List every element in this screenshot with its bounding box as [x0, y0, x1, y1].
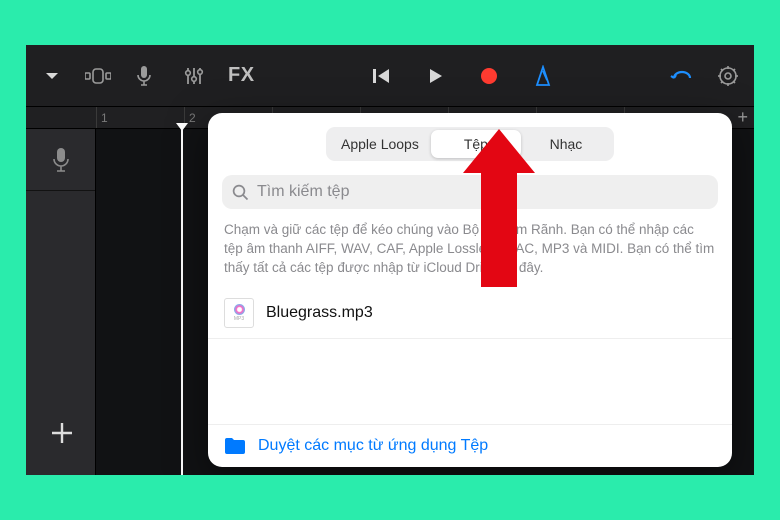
- app-frame: FX 1 2: [26, 45, 754, 475]
- browse-files-row[interactable]: Duyệt các mục từ ứng dụng Tệp: [208, 424, 732, 467]
- loop-browser-popover: Apple Loops Tệp Nhạc Chạm và giữ các tệp…: [208, 113, 732, 467]
- search-field[interactable]: [222, 175, 718, 209]
- tab-music[interactable]: Nhạc: [521, 130, 611, 158]
- mic-icon[interactable]: [126, 58, 162, 94]
- source-segmented-control: Apple Loops Tệp Nhạc: [326, 127, 614, 161]
- record-button[interactable]: [471, 58, 507, 94]
- loop-browser-button[interactable]: [664, 58, 700, 94]
- ruler-mark: 1: [96, 107, 184, 128]
- file-row[interactable]: MP3 Bluegrass.mp3: [208, 288, 732, 339]
- metronome-icon[interactable]: [525, 58, 561, 94]
- browse-files-label: Duyệt các mục từ ứng dụng Tệp: [258, 437, 488, 455]
- audio-file-icon: MP3: [224, 298, 254, 328]
- disclosure-button[interactable]: [34, 58, 70, 94]
- add-track-button[interactable]: [42, 413, 82, 453]
- fx-button[interactable]: FX: [222, 64, 261, 87]
- search-icon: [232, 184, 249, 201]
- add-marker-icon[interactable]: +: [737, 107, 748, 128]
- toolbar: FX: [26, 45, 754, 107]
- folder-icon: [224, 437, 246, 455]
- hint-text: Chạm và giữ các tệp để kéo chúng vào Bộ …: [224, 221, 716, 278]
- file-list: MP3 Bluegrass.mp3: [208, 288, 732, 424]
- tab-files[interactable]: Tệp: [431, 130, 521, 158]
- track-view-button[interactable]: [80, 58, 116, 94]
- settings-icon[interactable]: [710, 58, 746, 94]
- tab-apple-loops[interactable]: Apple Loops: [329, 130, 431, 158]
- search-input[interactable]: [257, 183, 708, 201]
- file-name: Bluegrass.mp3: [266, 304, 373, 322]
- play-button[interactable]: [417, 58, 453, 94]
- playhead[interactable]: [181, 129, 183, 475]
- sliders-icon[interactable]: [176, 58, 212, 94]
- track-header[interactable]: [26, 129, 95, 191]
- rewind-button[interactable]: [363, 58, 399, 94]
